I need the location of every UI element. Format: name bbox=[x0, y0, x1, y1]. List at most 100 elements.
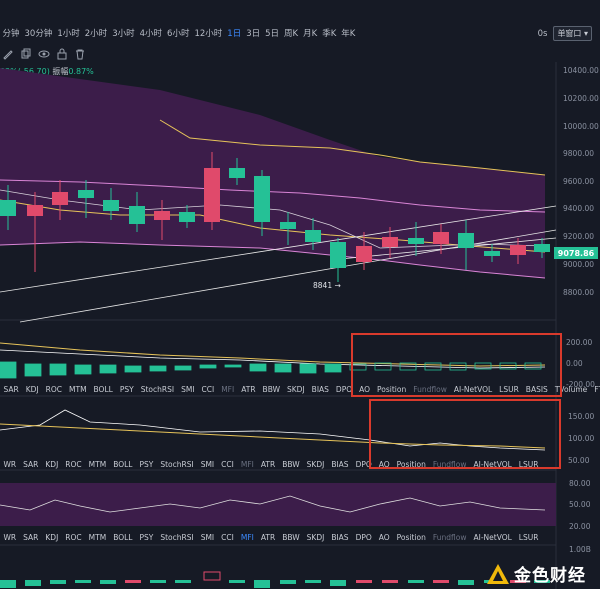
candle-body-3 bbox=[78, 190, 94, 198]
panel2-bias[interactable]: BIAS bbox=[328, 460, 352, 469]
panel3-ao[interactable]: AO bbox=[375, 533, 393, 542]
panel1-kdj[interactable]: KDJ bbox=[22, 385, 42, 394]
main-axis-tick-7: 9000.00 bbox=[563, 260, 594, 269]
panel3-fundflow[interactable]: Fundflow bbox=[429, 533, 470, 542]
candle-body-20 bbox=[510, 245, 526, 255]
panel2-mfi[interactable]: MFI bbox=[237, 460, 257, 469]
panel2-cci[interactable]: CCI bbox=[218, 460, 238, 469]
volume-bar-15 bbox=[382, 580, 398, 583]
volume-bar-9 bbox=[229, 580, 245, 583]
candle-body-15 bbox=[382, 237, 398, 247]
panel2-stochrsi[interactable]: StochRSI bbox=[157, 460, 197, 469]
candle-body-12 bbox=[305, 230, 321, 242]
panel3-lsur[interactable]: LSUR bbox=[515, 533, 542, 542]
panel2-atr[interactable]: ATR bbox=[257, 460, 278, 469]
panel3-sar[interactable]: SAR bbox=[20, 533, 42, 542]
panel3-position[interactable]: Position bbox=[393, 533, 429, 542]
panel2-skdj[interactable]: SKDJ bbox=[303, 460, 328, 469]
histogram-bar-2 bbox=[49, 363, 67, 376]
panel3-stochrsi[interactable]: StochRSI bbox=[157, 533, 197, 542]
low-price-value: 8841 bbox=[313, 281, 333, 290]
panel2-smi[interactable]: SMI bbox=[197, 460, 217, 469]
panel3-dpo[interactable]: DPO bbox=[352, 533, 375, 542]
volume-bar-8 bbox=[203, 571, 221, 581]
volume-bar-4 bbox=[100, 580, 116, 584]
panel1-atr[interactable]: ATR bbox=[238, 385, 259, 394]
panel1-boll[interactable]: BOLL bbox=[90, 385, 116, 394]
panel2-psy[interactable]: PSY bbox=[136, 460, 157, 469]
panel3-bias[interactable]: BIAS bbox=[328, 533, 352, 542]
candle-body-5 bbox=[129, 206, 145, 224]
volume-bar-2 bbox=[50, 580, 66, 584]
volume-bar-7 bbox=[175, 580, 191, 583]
histogram-bar-7 bbox=[174, 365, 192, 371]
candle-body-9 bbox=[229, 168, 245, 178]
candle-body-18 bbox=[458, 233, 474, 248]
panel1-cci[interactable]: CCI bbox=[198, 385, 218, 394]
panel1-psy[interactable]: PSY bbox=[116, 385, 137, 394]
histogram-bar-3 bbox=[74, 364, 92, 375]
panel3-kdj[interactable]: KDJ bbox=[42, 533, 62, 542]
histogram-bar-10 bbox=[249, 363, 267, 372]
histogram-bar-13 bbox=[324, 363, 342, 373]
candle-body-4 bbox=[103, 200, 119, 211]
panel1-mfi[interactable]: MFI bbox=[218, 385, 238, 394]
panel2-sar[interactable]: SAR bbox=[20, 460, 42, 469]
panel1-mtm[interactable]: MTM bbox=[66, 385, 91, 394]
panel3-ai-netvol[interactable]: AI-NetVOL bbox=[470, 533, 515, 542]
main-axis-tick-6: 9200.00 bbox=[563, 232, 594, 241]
current-price-tag: 9078.86 bbox=[554, 247, 598, 259]
highlight-box-2 bbox=[369, 399, 561, 469]
histogram-bar-1 bbox=[24, 363, 42, 377]
volume-bar-13 bbox=[330, 580, 346, 586]
panel3-mfi[interactable]: MFI bbox=[237, 533, 257, 542]
panel1-bbw[interactable]: BBW bbox=[259, 385, 283, 394]
main-axis-tick-2: 10000.00 bbox=[563, 122, 599, 131]
panel3-boll[interactable]: BOLL bbox=[110, 533, 136, 542]
main-axis-tick-5: 9400.00 bbox=[563, 204, 594, 213]
panel3-psy[interactable]: PSY bbox=[136, 533, 157, 542]
volume-bar-6 bbox=[150, 580, 166, 583]
candle-body-17 bbox=[433, 232, 449, 244]
panel2-tick-0: 150.00 bbox=[568, 412, 594, 421]
panel1-skdj[interactable]: SKDJ bbox=[284, 385, 309, 394]
panel3-atr[interactable]: ATR bbox=[257, 533, 278, 542]
histogram-bar-4 bbox=[99, 364, 117, 374]
panel1-sar[interactable]: SAR bbox=[0, 385, 22, 394]
panel2-wr[interactable]: WR bbox=[0, 460, 20, 469]
panel1-ftbs[interactable]: FTBS bbox=[591, 385, 600, 394]
panel2-roc[interactable]: ROC bbox=[62, 460, 85, 469]
candle-body-19 bbox=[484, 251, 500, 256]
volume-bar-1 bbox=[25, 580, 41, 586]
watermark-logo-icon bbox=[487, 563, 509, 584]
panel3-skdj[interactable]: SKDJ bbox=[303, 533, 328, 542]
histogram-bar-11 bbox=[274, 363, 292, 373]
chart-canvas[interactable]: 10400.00 10200.00 10000.00 9800.00 9600.00 94… bbox=[0, 0, 600, 589]
panel3-mtm[interactable]: MTM bbox=[85, 533, 110, 542]
panel3-cci[interactable]: CCI bbox=[218, 533, 238, 542]
volume-bar-17 bbox=[433, 580, 449, 583]
panel1-tick-1: 0.00 bbox=[566, 359, 583, 368]
panel2-bbw[interactable]: BBW bbox=[279, 460, 303, 469]
panel2-boll[interactable]: BOLL bbox=[110, 460, 136, 469]
highlight-box-1 bbox=[351, 333, 562, 397]
candle-body-6 bbox=[154, 211, 170, 220]
panel1-stochrsi[interactable]: StochRSI bbox=[137, 385, 177, 394]
histogram-bar-5 bbox=[124, 365, 142, 373]
candle-body-14 bbox=[356, 246, 372, 262]
volume-bar-14 bbox=[356, 580, 372, 583]
panel2-kdj[interactable]: KDJ bbox=[42, 460, 62, 469]
watermark-text: 金色财经 bbox=[514, 566, 586, 586]
panel1-tick-0: 200.00 bbox=[566, 338, 592, 347]
panel1-smi[interactable]: SMI bbox=[178, 385, 198, 394]
panel3-wr[interactable]: WR bbox=[0, 533, 20, 542]
main-axis-tick-3: 9800.00 bbox=[563, 149, 594, 158]
panel1-roc[interactable]: ROC bbox=[42, 385, 65, 394]
volume-bar-18 bbox=[458, 580, 474, 585]
panel3-roc[interactable]: ROC bbox=[62, 533, 85, 542]
panel2-mtm[interactable]: MTM bbox=[85, 460, 110, 469]
panel3-bbw[interactable]: BBW bbox=[279, 533, 303, 542]
candle-body-21 bbox=[534, 244, 550, 252]
panel3-smi[interactable]: SMI bbox=[197, 533, 217, 542]
panel1-bias[interactable]: BIAS bbox=[308, 385, 332, 394]
